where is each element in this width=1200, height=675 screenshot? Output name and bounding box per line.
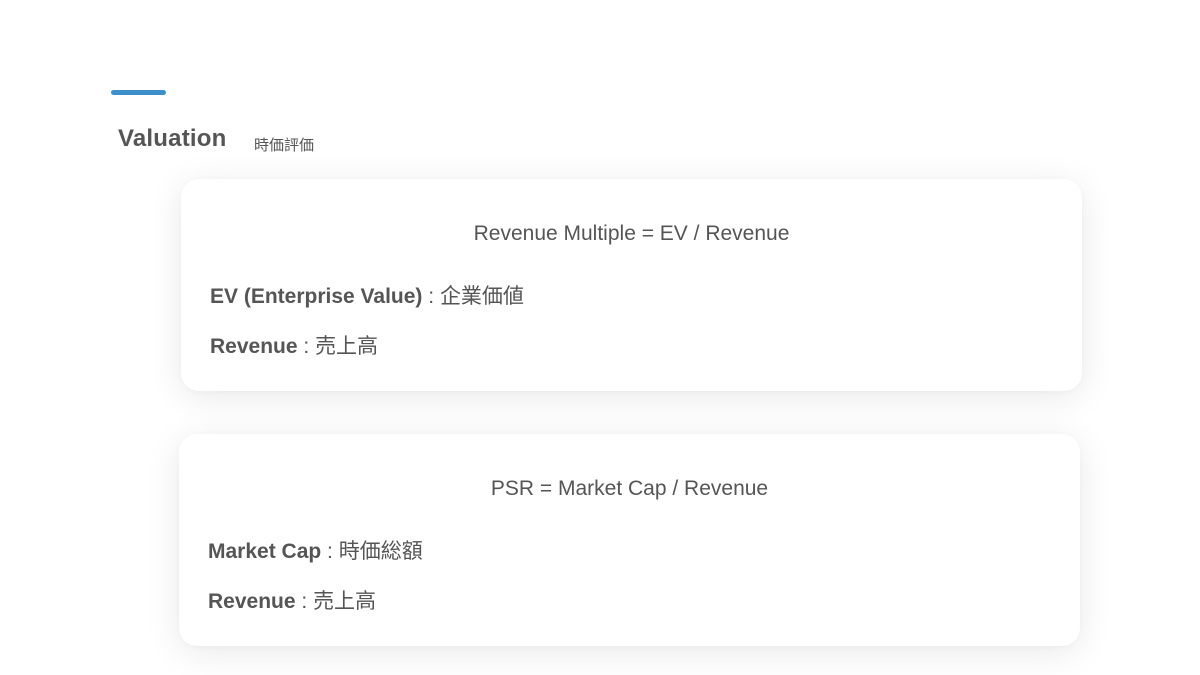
definition-row: Market Cap : 時価総額 <box>208 535 423 565</box>
definition-separator: : <box>295 590 314 613</box>
section-title: Valuation <box>118 125 227 152</box>
definition-row: EV (Enterprise Value) : 企業価値 <box>210 280 524 310</box>
definition-separator: : <box>321 540 339 563</box>
definition-row: Revenue : 売上高 <box>210 330 378 360</box>
formula-text: Revenue Multiple = EV / Revenue <box>473 222 790 245</box>
definition-meaning: 企業価値 <box>439 285 524 308</box>
psr-card: PSR = Market Cap / Revenue Market Cap : … <box>179 434 1080 646</box>
section-subtitle: 時価評価 <box>254 137 315 154</box>
definition-separator: : <box>297 335 316 358</box>
definition-meaning: 売上高 <box>315 335 379 358</box>
section-accent-bar <box>111 90 166 95</box>
definition-separator: : <box>422 285 440 308</box>
definition-meaning: 売上高 <box>313 590 377 613</box>
definition-row: Revenue : 売上高 <box>208 585 376 615</box>
revenue-multiple-card: Revenue Multiple = EV / Revenue EV (Ente… <box>181 179 1082 391</box>
definition-term: EV (Enterprise Value) <box>210 285 423 308</box>
definition-term: Market Cap <box>208 540 322 563</box>
definition-term: Revenue <box>208 590 296 613</box>
formula-text: PSR = Market Cap / Revenue <box>490 477 769 500</box>
definition-term: Revenue <box>210 335 298 358</box>
definition-meaning: 時価総額 <box>338 540 423 563</box>
